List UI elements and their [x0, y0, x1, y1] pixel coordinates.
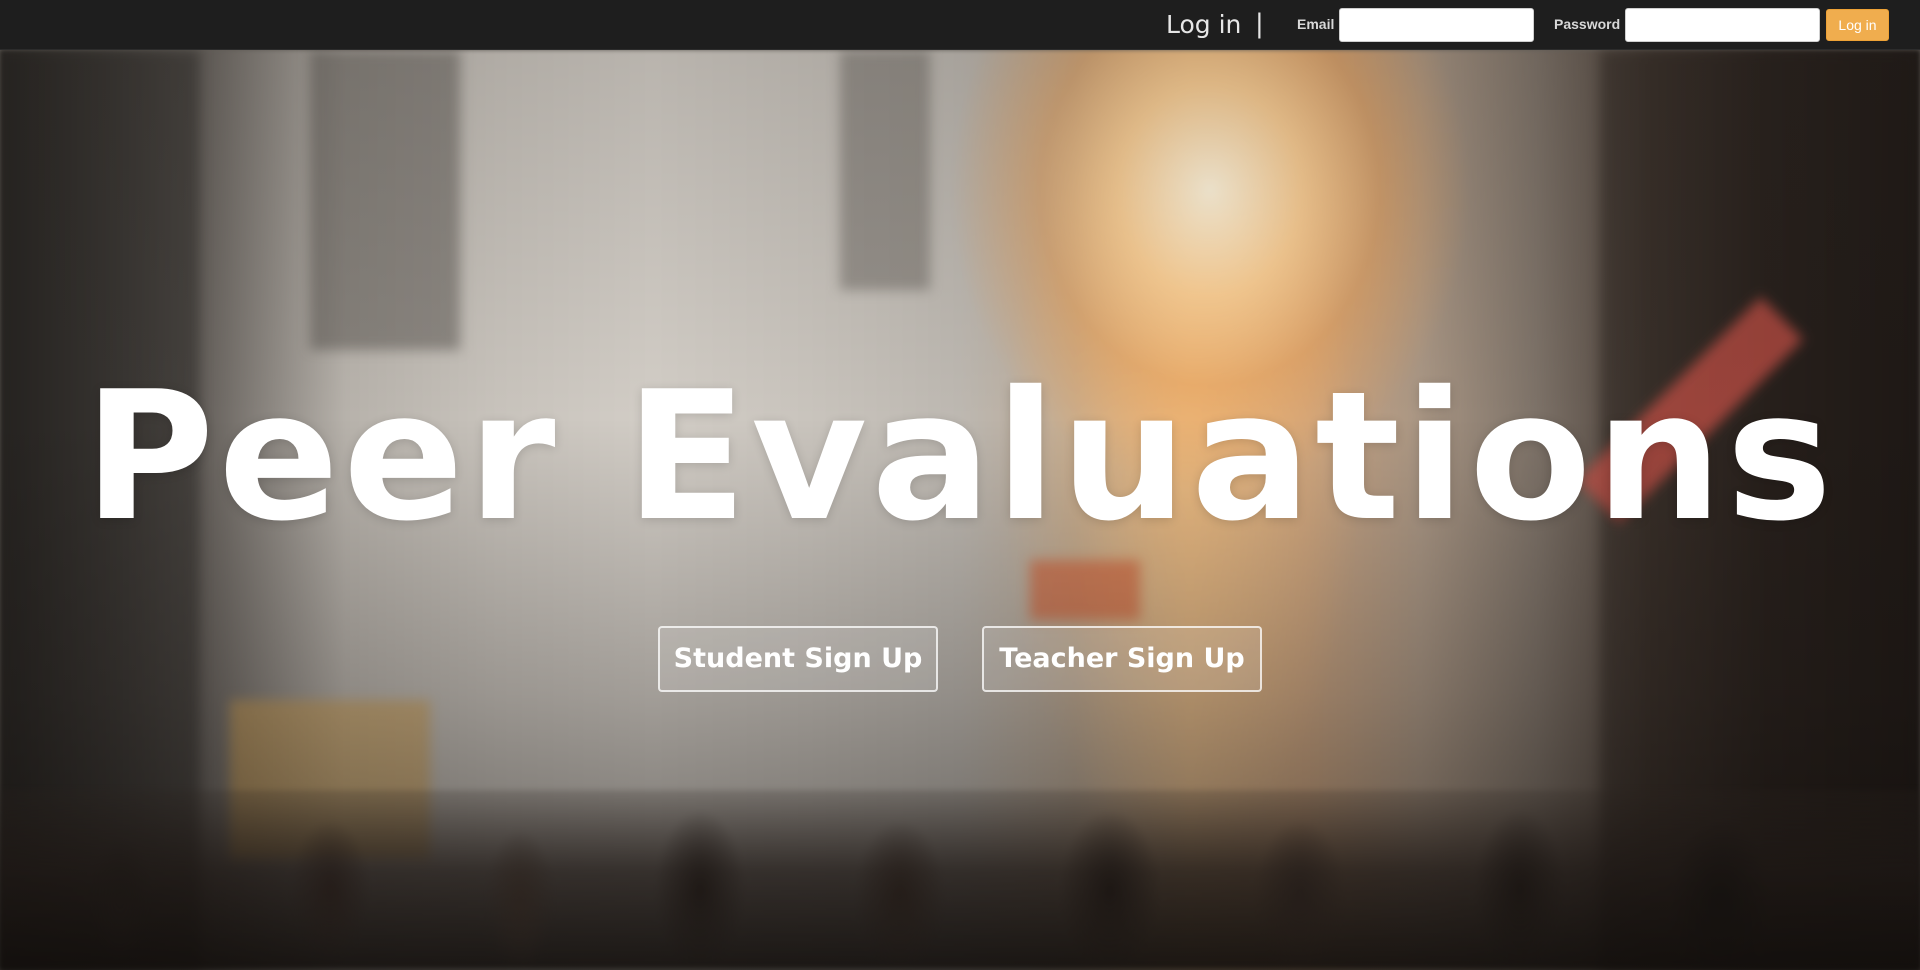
- teacher-signup-button[interactable]: Teacher Sign Up: [982, 626, 1262, 692]
- password-label: Password: [1554, 16, 1621, 32]
- top-navbar: Log in | Email Password Log in: [0, 0, 1920, 50]
- student-signup-button[interactable]: Student Sign Up: [658, 626, 938, 692]
- login-button[interactable]: Log in: [1826, 9, 1889, 41]
- login-heading: Log in: [1166, 10, 1242, 39]
- email-field[interactable]: [1339, 8, 1534, 42]
- email-label: Email: [1297, 16, 1335, 32]
- page-title: Peer Evaluations: [83, 353, 1837, 560]
- password-field[interactable]: [1625, 8, 1820, 42]
- nav-divider: |: [1255, 9, 1264, 39]
